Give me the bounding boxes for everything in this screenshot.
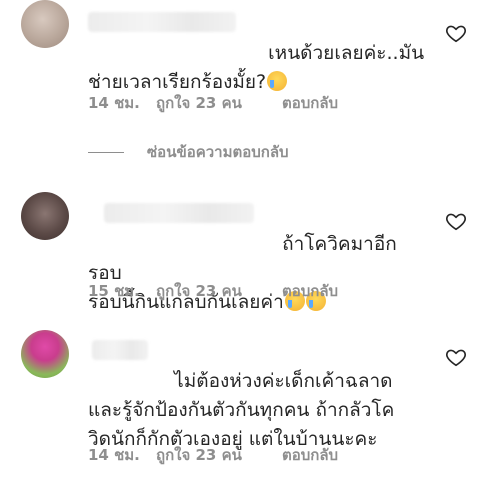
comment-meta: 14 ชม. ถูกใจ 23 คน ตอบกลับ (88, 91, 338, 115)
comment-meta: 14 ชม. ถูกใจ 23 คน ตอบกลับ (88, 443, 338, 467)
comment-line-1: ไม่ต้องห่วงค่ะเด็กเค้าฉลาด (174, 370, 393, 392)
comment-line-1: เหนด้วยเลยค่ะ..มัน (268, 42, 425, 64)
comment-time[interactable]: 14 ชม. (88, 91, 156, 115)
crying-face-icon (267, 71, 288, 91)
hide-replies-label: ซ่อนข้อความตอบกลับ (147, 143, 289, 161)
comment-text: ถ้าโควิคมาอีกรอบ รอบนี้กินแกลบกันเลยค่า (88, 201, 428, 346)
comment-time[interactable]: 15 ชม. (88, 279, 156, 303)
avatar[interactable] (21, 330, 69, 378)
comment-meta: 15 ชม. ถูกใจ 23 คน ตอบกลับ (88, 279, 338, 303)
comment-line-2: ช่ายเวลาเรียกร้องมั้ย? (88, 71, 267, 93)
avatar[interactable] (21, 192, 69, 240)
like-heart-icon[interactable] (445, 346, 467, 368)
comment-line-1: ถ้าโควิคมาอีกรอบ (88, 233, 397, 284)
comment-line-2: และรู้จักป้องกันตัวกันทุกคน ถ้ากลัวโค (88, 399, 395, 421)
reply-button[interactable]: ตอบกลับ (282, 279, 338, 303)
like-heart-icon[interactable] (445, 210, 467, 232)
avatar[interactable] (21, 0, 69, 48)
comment-time[interactable]: 14 ชม. (88, 443, 156, 467)
like-heart-icon[interactable] (445, 22, 467, 44)
reply-button[interactable]: ตอบกลับ (282, 91, 338, 115)
comment-likes[interactable]: ถูกใจ 23 คน (156, 443, 282, 467)
comment-likes[interactable]: ถูกใจ 23 คน (156, 91, 282, 115)
divider-line (88, 151, 124, 153)
hide-replies-button[interactable]: ซ่อนข้อความตอบกลับ (88, 140, 289, 164)
comment-likes[interactable]: ถูกใจ 23 คน (156, 279, 282, 303)
reply-button[interactable]: ตอบกลับ (282, 443, 338, 467)
